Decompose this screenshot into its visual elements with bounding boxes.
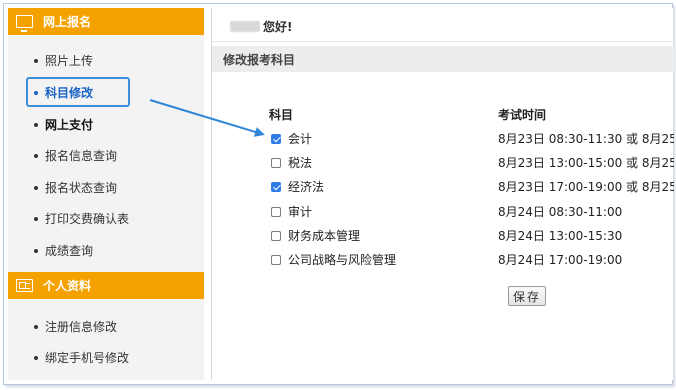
bullet-icon (34, 90, 38, 95)
section-title: 个人资料 (43, 279, 92, 293)
bullet-icon (34, 185, 38, 190)
checkbox-checked[interactable] (271, 181, 281, 192)
sidebar-item-photo-upload[interactable]: 照片上传 (34, 52, 93, 69)
main-panel: 您好! 修改报考科目 科目 考试时间 会计 8月23日 08:30-11:30 … (211, 8, 674, 380)
section-header-online-registration[interactable]: 网上报名 (8, 8, 204, 35)
sidebar-item-score-query[interactable]: 成绩查询 (34, 242, 93, 259)
checkbox[interactable] (271, 206, 281, 217)
greeting: 您好! (230, 18, 292, 35)
section-title: 网上报名 (43, 15, 92, 29)
save-button[interactable]: 保存 (508, 286, 546, 306)
column-header-subject: 科目 (269, 108, 294, 122)
sidebar-item-registration-info[interactable]: 报名信息查询 (34, 147, 117, 164)
exam-time: 8月24日 13:00-15:30 (498, 229, 623, 243)
subject-row-tax-law[interactable]: 税法 (271, 154, 312, 171)
sidebar: 网上报名 照片上传 科目修改 网上支付 报名信息查询 报名状态查询 打印交费确认… (8, 8, 204, 380)
exam-time: 8月24日 17:00-19:00 (498, 253, 623, 267)
exam-time: 8月23日 17:00-19:00 或 8月25日 (498, 180, 674, 194)
subject-row-economic-law[interactable]: 经济法 (271, 178, 324, 195)
sidebar-item-edit-registration[interactable]: 注册信息修改 (34, 318, 117, 335)
bullet-icon (34, 122, 38, 127)
checkbox-checked[interactable] (271, 133, 281, 144)
subject-row-financial-cost-management[interactable]: 财务成本管理 (271, 227, 360, 244)
exam-time: 8月24日 08:30-11:00 (498, 205, 623, 219)
section-header-personal-info[interactable]: 个人资料 (8, 272, 204, 299)
checkbox[interactable] (271, 230, 281, 241)
sidebar-item-registration-status[interactable]: 报名状态查询 (34, 179, 117, 196)
id-card-icon (16, 279, 33, 292)
exam-time: 8月23日 13:00-15:00 或 8月25日 (498, 156, 674, 170)
column-header-exam-time: 考试时间 (498, 108, 547, 122)
sidebar-item-print-confirmation[interactable]: 打印交费确认表 (34, 210, 129, 227)
bullet-icon (34, 153, 38, 158)
sidebar-item-edit-phone[interactable]: 绑定手机号修改 (34, 349, 129, 366)
monitor-icon (16, 15, 33, 32)
panel-title: 修改报考科目 (212, 46, 674, 72)
checkbox[interactable] (271, 254, 281, 265)
subject-row-audit[interactable]: 审计 (271, 203, 312, 220)
sidebar-item-subject-modify[interactable]: 科目修改 (34, 84, 93, 101)
bullet-icon (34, 248, 38, 253)
exam-time: 8月23日 08:30-11:30 或 8月25日 (498, 132, 674, 146)
subject-row-accounting[interactable]: 会计 (271, 130, 312, 147)
bullet-icon (34, 216, 38, 221)
checkbox[interactable] (271, 157, 281, 168)
subject-row-corporate-strategy[interactable]: 公司战略与风险管理 (271, 251, 396, 268)
bullet-icon (34, 58, 38, 63)
bullet-icon (34, 355, 38, 360)
redacted-username (230, 21, 260, 32)
sidebar-item-online-payment[interactable]: 网上支付 (34, 116, 93, 133)
divider (212, 41, 674, 42)
bullet-icon (34, 324, 38, 329)
